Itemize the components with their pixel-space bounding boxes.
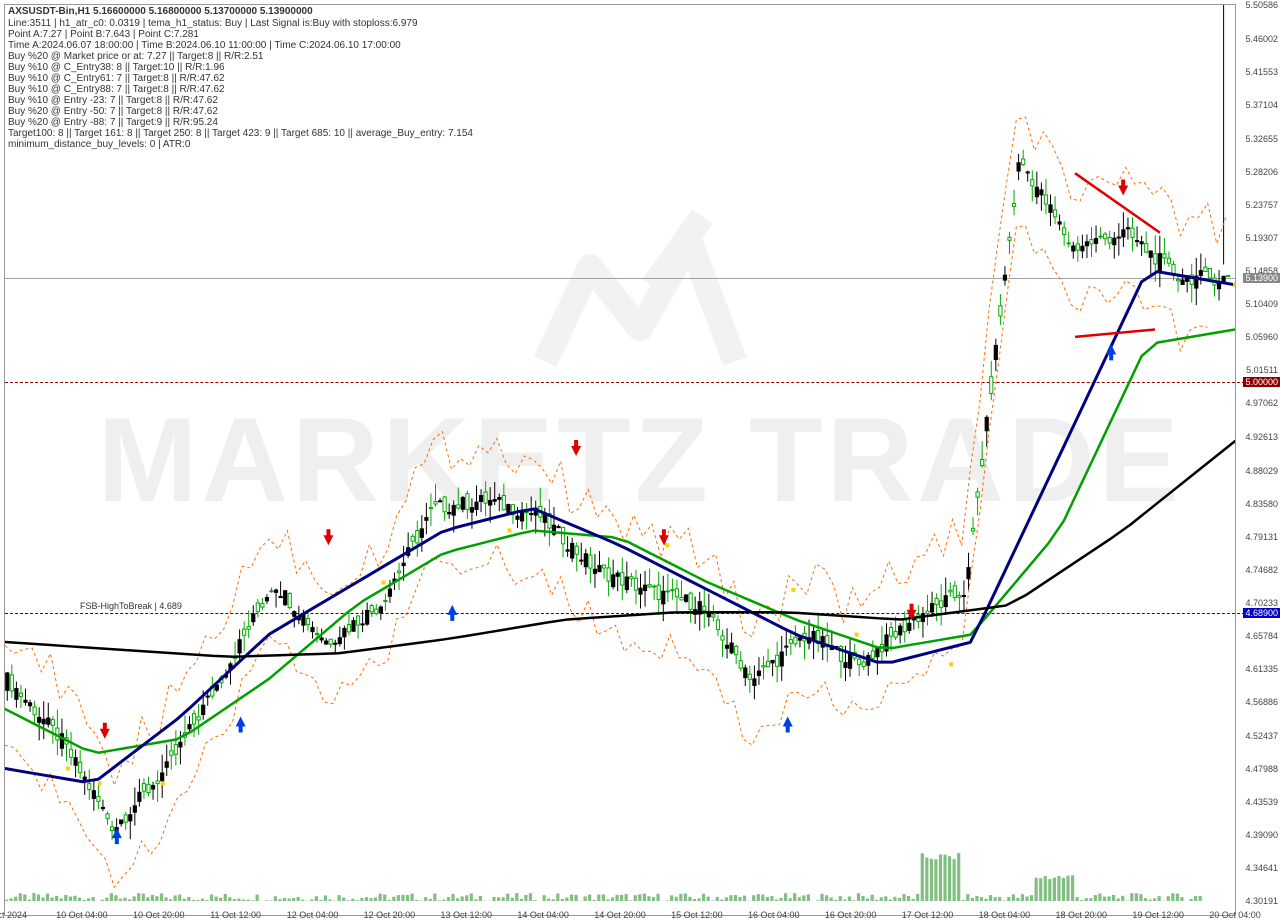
- y-tick: 5.28206: [1245, 167, 1278, 177]
- y-tick: 4.39090: [1245, 830, 1278, 840]
- x-tick: 12 Oct 04:00: [287, 910, 339, 920]
- x-tick: 14 Oct 04:00: [517, 910, 569, 920]
- x-tick: 10 Oct 04:00: [56, 910, 108, 920]
- y-tick: 4.61335: [1245, 664, 1278, 674]
- x-tick: 20 Oct 04:00: [1209, 910, 1261, 920]
- x-tick: 14 Oct 20:00: [594, 910, 646, 920]
- y-tick: 4.47988: [1245, 764, 1278, 774]
- x-tick: 18 Oct 20:00: [1055, 910, 1107, 920]
- x-tick: 16 Oct 04:00: [748, 910, 800, 920]
- x-tick: 18 Oct 04:00: [979, 910, 1031, 920]
- y-tick: 4.43539: [1245, 797, 1278, 807]
- y-tick: 4.56886: [1245, 697, 1278, 707]
- y-tick: 4.65784: [1245, 631, 1278, 641]
- y-tick: 4.70233: [1245, 598, 1278, 608]
- x-tick: 10 Oct 20:00: [133, 910, 185, 920]
- y-tick: 5.41553: [1245, 67, 1278, 77]
- x-tick: 19 Oct 12:00: [1132, 910, 1184, 920]
- x-tick: 16 Oct 20:00: [825, 910, 877, 920]
- y-tick: 5.37104: [1245, 100, 1278, 110]
- level-5.000-label: 5.00000: [1243, 377, 1280, 387]
- y-tick: 4.97062: [1245, 398, 1278, 408]
- y-tick: 5.10409: [1245, 299, 1278, 309]
- y-tick: 5.46002: [1245, 34, 1278, 44]
- y-tick: 5.23757: [1245, 200, 1278, 210]
- y-tick: 4.92613: [1245, 432, 1278, 442]
- y-tick: 4.34641: [1245, 863, 1278, 873]
- chart-svg: [5, 5, 1235, 901]
- x-tick: 15 Oct 12:00: [671, 910, 723, 920]
- y-tick: 4.83580: [1245, 499, 1278, 509]
- y-tick: 5.01511: [1246, 365, 1278, 375]
- y-tick: 5.05960: [1245, 332, 1278, 342]
- y-tick: 4.74682: [1245, 565, 1278, 575]
- x-tick: 11 Oct 12:00: [210, 910, 261, 920]
- y-tick: 5.19307: [1245, 233, 1278, 243]
- y-tick: 5.32655: [1245, 134, 1278, 144]
- y-tick: 4.79131: [1245, 532, 1278, 542]
- x-tick: 17 Oct 12:00: [902, 910, 954, 920]
- y-tick: 4.52437: [1245, 731, 1278, 741]
- x-tick: 12 Oct 20:00: [364, 910, 416, 920]
- level-fsb-label: 4.68900: [1243, 608, 1280, 618]
- bid-price-label: 5.13900: [1243, 273, 1280, 283]
- y-tick: 4.30191: [1245, 896, 1278, 906]
- x-tick: 13 Oct 12:00: [440, 910, 492, 920]
- x-tick: 9 Oct 2024: [0, 910, 27, 920]
- y-tick: 5.50586: [1245, 0, 1278, 10]
- y-tick: 4.88029: [1245, 466, 1278, 476]
